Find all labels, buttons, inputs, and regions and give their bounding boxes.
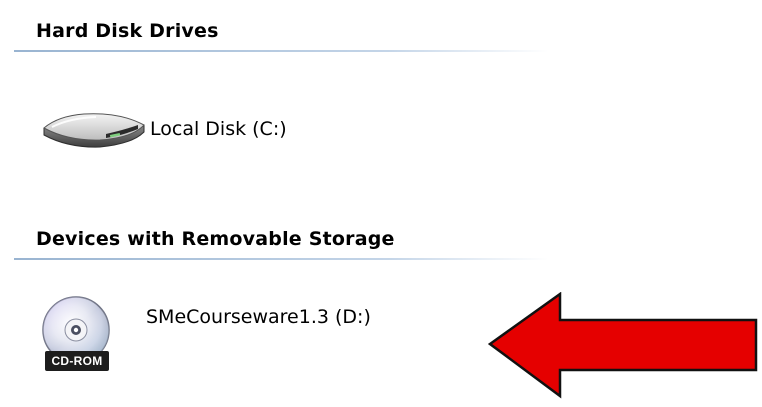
drive-item-local-disk-c[interactable]: Local Disk (C:)	[40, 108, 287, 150]
group-divider	[14, 258, 548, 260]
drive-item-cd-rom-d[interactable]: CD-ROM SMeCourseware1.3 (D:)	[38, 290, 371, 378]
group-header-removable-storage: Devices with Removable Storage	[36, 228, 395, 250]
hard-drive-icon	[40, 108, 148, 150]
group-divider	[14, 50, 548, 52]
drive-label: Local Disk (C:)	[150, 118, 287, 140]
cd-rom-badge: CD-ROM	[45, 351, 109, 371]
red-arrow-icon	[488, 292, 758, 399]
drive-label: SMeCourseware1.3 (D:)	[146, 306, 371, 328]
my-computer-drives-view: Hard Disk Drives Local Disk (C:) Devices…	[0, 0, 762, 407]
cd-rom-icon: CD-ROM	[38, 290, 142, 378]
group-header-hard-disk-drives: Hard Disk Drives	[36, 20, 219, 42]
